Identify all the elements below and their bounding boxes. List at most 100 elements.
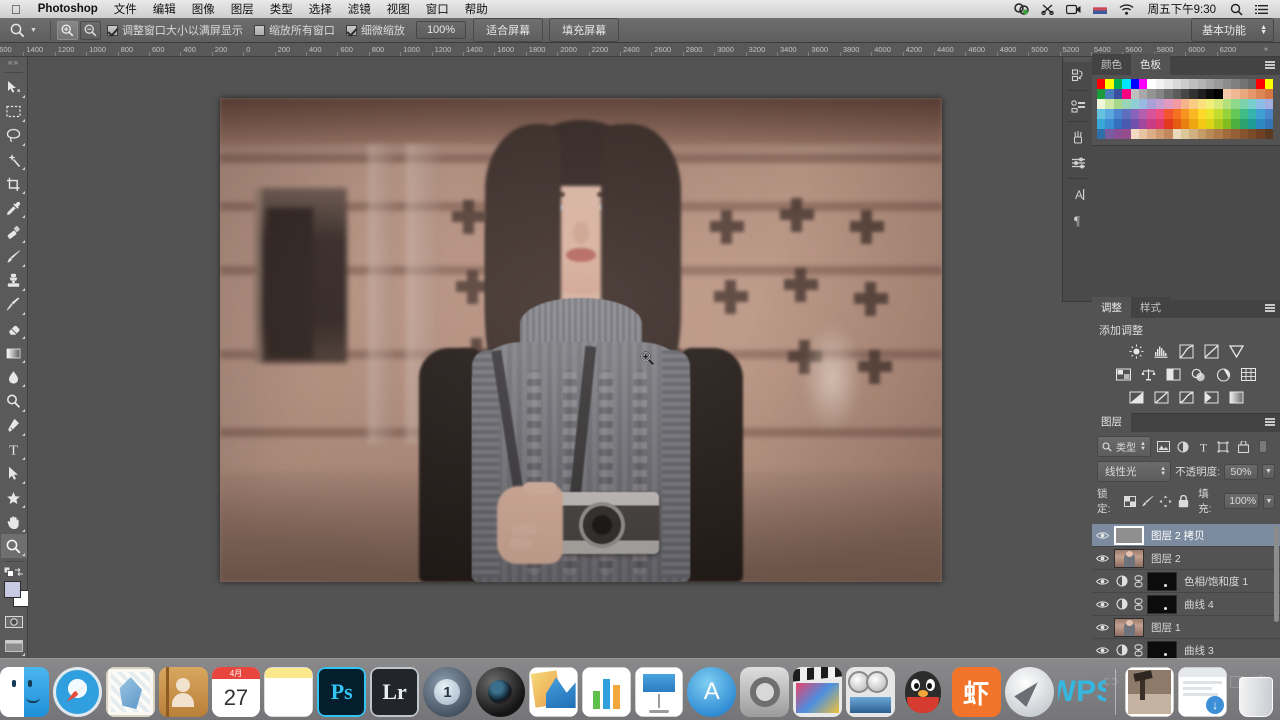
color-swatch[interactable] [1222, 99, 1232, 109]
dock-item-pictures-stack[interactable] [1125, 667, 1175, 717]
layer-mask-thumbnail[interactable] [1147, 594, 1177, 614]
color-swatch[interactable] [1155, 109, 1165, 119]
color-swatch[interactable] [1248, 99, 1257, 109]
color-swatch[interactable] [1206, 99, 1215, 109]
color-swatch[interactable] [1172, 119, 1181, 129]
dock-item-lightroom[interactable]: Lr [370, 667, 419, 717]
layer-visibility-eye-icon[interactable] [1094, 531, 1111, 540]
tab-color[interactable]: 颜色 [1092, 54, 1131, 75]
channel-mixer-adjustment[interactable] [1215, 366, 1232, 383]
color-swatch[interactable] [1147, 119, 1156, 129]
ruler-end-handle[interactable]: « [1264, 44, 1268, 53]
color-swatch[interactable] [1197, 109, 1207, 119]
color-swatch[interactable] [1113, 109, 1123, 119]
tab-swatches[interactable]: 色板 [1131, 54, 1170, 75]
fill-screen-button[interactable]: 填充屏幕 [549, 18, 620, 42]
lock-position-icon[interactable] [1159, 494, 1173, 508]
layer-mask-link-icon[interactable] [1132, 574, 1144, 588]
history-brush-tool[interactable] [1, 293, 27, 317]
menu-item-help[interactable]: 帮助 [457, 1, 496, 17]
fit-screen-button[interactable]: 适合屏幕 [473, 18, 544, 42]
vibrance-adjustment[interactable] [1228, 343, 1245, 360]
layer-visibility-eye-icon[interactable] [1094, 646, 1111, 655]
layer-row[interactable]: 图层 2 拷贝 [1092, 524, 1280, 547]
brush-tool[interactable] [1, 245, 27, 269]
dock-item-xiami-music[interactable]: 虾 [951, 667, 1001, 717]
invert-adjustment[interactable] [1128, 389, 1145, 406]
color-swatch[interactable] [1189, 79, 1198, 89]
layer-mask-thumbnail[interactable] [1147, 640, 1177, 660]
dock-item-one-password[interactable]: 1 [423, 667, 472, 717]
lock-all-icon[interactable] [1176, 494, 1190, 508]
dock-item-imovie[interactable] [846, 667, 895, 717]
canvas-workspace[interactable] [28, 57, 1062, 658]
quick-mask-button[interactable] [1, 610, 27, 634]
color-swatch[interactable] [1180, 109, 1190, 119]
color-swatch[interactable] [1164, 129, 1173, 139]
horizontal-ruler[interactable]: 1600140012001000800600400200020040060080… [0, 43, 1280, 57]
screen-recording-icon[interactable] [1060, 4, 1087, 15]
layer-visibility-eye-icon[interactable] [1094, 577, 1111, 586]
menu-item-edit[interactable]: 编辑 [145, 1, 184, 17]
scissors-icon[interactable] [1035, 3, 1060, 15]
color-swatch[interactable] [1164, 99, 1173, 109]
move-tool[interactable] [1, 76, 27, 100]
dock-item-app-store[interactable]: A [687, 667, 737, 717]
color-swatch[interactable] [1197, 99, 1207, 109]
color-swatch[interactable] [1138, 89, 1148, 99]
layer-visibility-eye-icon[interactable] [1094, 623, 1111, 632]
color-swatch[interactable] [1222, 79, 1232, 89]
type-tool[interactable]: T [1, 438, 27, 462]
color-swatch[interactable] [1256, 99, 1265, 109]
color-swatch[interactable] [1122, 99, 1131, 109]
color-swatch[interactable] [1206, 119, 1215, 129]
color-swatch[interactable] [1231, 119, 1240, 129]
color-swatch[interactable] [1122, 89, 1131, 99]
threshold-adjustment[interactable] [1178, 389, 1195, 406]
lock-image-pixels-icon[interactable] [1141, 494, 1155, 508]
layer-row[interactable]: 色相/饱和度 1 [1092, 570, 1280, 593]
color-swatch[interactable] [1164, 109, 1173, 119]
color-swatch[interactable] [1122, 119, 1131, 129]
brush-panel-icon[interactable] [1063, 124, 1093, 150]
toolbar-collapse-handle[interactable]: «» [0, 57, 27, 69]
color-swatch[interactable] [1097, 89, 1106, 99]
notification-center-icon[interactable] [1249, 4, 1274, 15]
dock-item-trash[interactable] [1231, 667, 1280, 717]
tab-layers[interactable]: 图层 [1092, 411, 1131, 432]
color-balance-adjustment[interactable] [1140, 366, 1157, 383]
color-swatch[interactable] [1138, 109, 1148, 119]
eyedropper-tool[interactable] [1, 196, 27, 220]
menu-app-name[interactable]: Photoshop [30, 3, 106, 15]
dock-item-contacts[interactable] [158, 667, 208, 717]
color-swatch[interactable] [1180, 129, 1190, 139]
color-swatch[interactable] [1256, 79, 1265, 89]
layer-row[interactable]: 图层 1 [1092, 616, 1280, 639]
color-swatch[interactable] [1256, 119, 1265, 129]
color-swatch[interactable] [1172, 79, 1181, 89]
color-swatch[interactable] [1214, 119, 1223, 129]
layer-list-scrollbar[interactable] [1274, 526, 1279, 622]
spot-healing-brush-tool[interactable] [1, 220, 27, 244]
dock-item-calendar[interactable]: 4月 27 [211, 667, 261, 717]
color-swatch[interactable] [1239, 109, 1249, 119]
lock-transparent-pixels-icon[interactable] [1123, 494, 1137, 508]
color-swatch[interactable] [1189, 89, 1198, 99]
dock-item-mail[interactable] [105, 667, 155, 717]
menu-item-select[interactable]: 选择 [301, 1, 340, 17]
zoom-in-button[interactable] [56, 20, 78, 40]
color-swatch[interactable] [1231, 79, 1240, 89]
dock-item-notes[interactable] [264, 667, 314, 717]
layer-mask-link-icon[interactable] [1132, 597, 1144, 611]
color-swatch[interactable] [1172, 89, 1181, 99]
color-swatch[interactable] [1214, 89, 1223, 99]
dock-item-downloads-stack[interactable]: ↓ [1178, 667, 1228, 717]
dock-item-camera[interactable] [475, 667, 525, 717]
dock-item-final-cut-pro[interactable] [793, 667, 842, 717]
color-swatch[interactable] [1130, 79, 1139, 89]
color-swatch[interactable] [1113, 119, 1123, 129]
color-lookup-adjustment[interactable] [1240, 366, 1257, 383]
color-swatch[interactable] [1172, 109, 1181, 119]
color-swatch[interactable] [1189, 119, 1198, 129]
color-swatch[interactable] [1239, 99, 1249, 109]
